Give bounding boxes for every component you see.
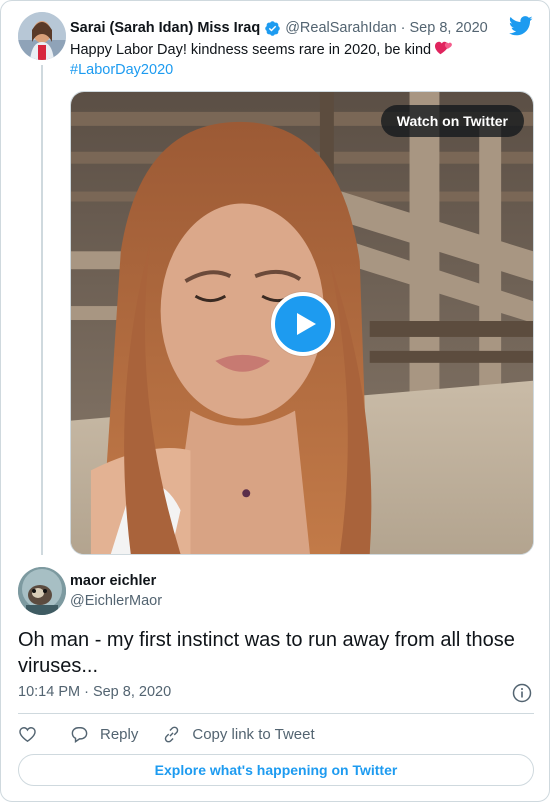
verified-badge-icon [265, 20, 280, 36]
video-thumbnail[interactable]: Watch on Twitter [70, 91, 534, 555]
reply-author-avatar[interactable] [18, 567, 66, 615]
reply-bubble-icon [71, 726, 88, 743]
reply-label: Reply [100, 725, 139, 743]
action-bar: Reply Copy link to Tweet [18, 723, 315, 745]
like-button[interactable] [18, 725, 37, 744]
author-handle[interactable]: @RealSarahIdan [285, 20, 396, 36]
two-hearts-emoji-icon [435, 41, 453, 55]
link-icon [165, 726, 179, 742]
tweet-body: Happy Labor Day! kindness seems rare in … [70, 42, 436, 58]
copy-link-button[interactable]: Copy link to Tweet [162, 725, 315, 744]
explore-button[interactable]: Explore what's happening on Twitter [18, 754, 534, 786]
copy-link-label: Copy link to Tweet [192, 725, 315, 743]
tweet-date[interactable]: Sep 8, 2020 [410, 20, 488, 36]
thread-connector-line [41, 65, 43, 555]
tweet-embed-card: Sarai (Sarah Idan) Miss Iraq @RealSarahI… [0, 0, 550, 802]
divider [18, 713, 534, 714]
hashtag-link[interactable]: #LaborDay2020 [70, 60, 530, 80]
header-separator: · [400, 20, 406, 36]
play-button[interactable] [271, 292, 335, 356]
play-icon [297, 313, 316, 335]
heart-icon [19, 726, 36, 742]
author-avatar[interactable] [18, 12, 66, 60]
reply-timestamp[interactable]: 10:14 PM · Sep 8, 2020 [18, 684, 171, 700]
reply-button[interactable]: Reply [70, 725, 138, 744]
reply-author-name[interactable]: maor eichler [70, 573, 156, 589]
watch-on-twitter-button[interactable]: Watch on Twitter [380, 105, 524, 137]
tweet-text: Happy Labor Day! kindness seems rare in … [70, 40, 530, 80]
author-name[interactable]: Sarai (Sarah Idan) Miss Iraq [70, 20, 260, 36]
author-header: Sarai (Sarah Idan) Miss Iraq @RealSarahI… [70, 18, 488, 38]
reply-tweet-text: Oh man - my first instinct was to run aw… [18, 629, 515, 677]
reply-author-handle[interactable]: @EichlerMaor [70, 593, 162, 609]
twitter-bird-icon[interactable] [509, 15, 533, 37]
info-icon[interactable] [512, 683, 532, 703]
